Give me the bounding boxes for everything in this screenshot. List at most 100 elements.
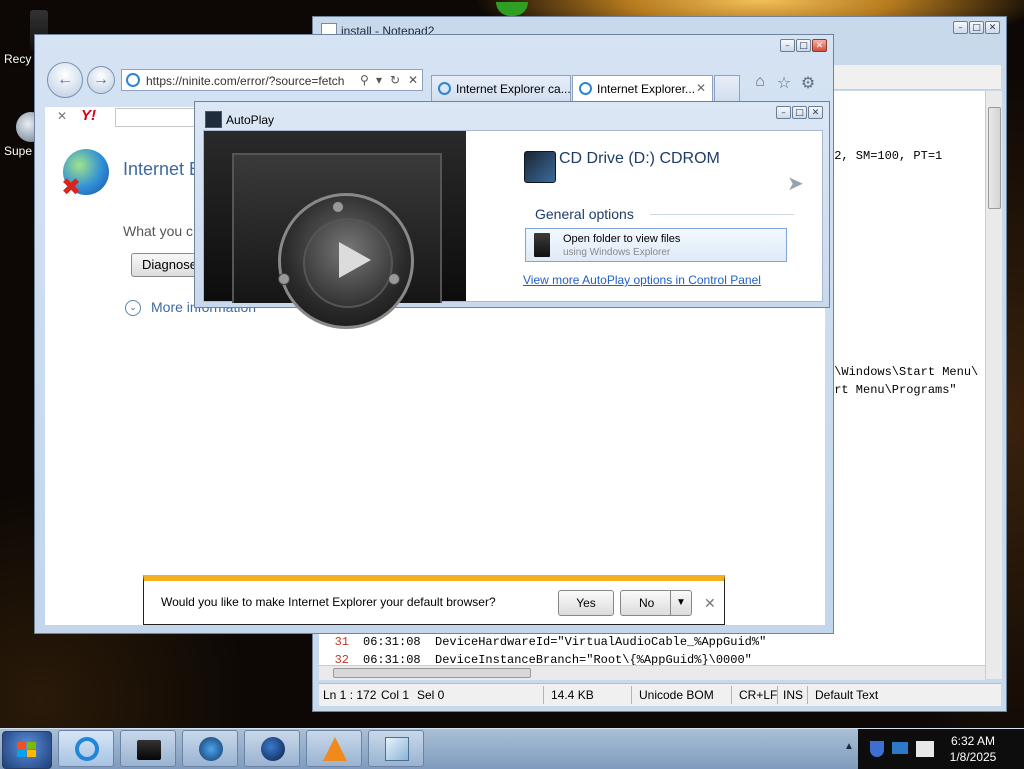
media-player-graphic (204, 131, 466, 329)
maximize-button[interactable]: □ (792, 106, 807, 119)
tab-close-icon[interactable]: ✕ (696, 81, 706, 95)
home-icon[interactable]: ⌂ (751, 73, 769, 91)
network-icon[interactable] (892, 742, 908, 754)
editor-line: 31 06:31:08 DeviceHardwareId="VirtualAudi… (319, 635, 767, 649)
system-tray: ▲ 6:32 AM 1/8/2025 (844, 729, 1024, 769)
status-encoding[interactable]: Unicode BOM (639, 688, 714, 702)
line-text: 06:31:08 DeviceHardwareId="VirtualAudioC… (363, 635, 767, 649)
taskbar-item-vlc[interactable] (306, 730, 362, 767)
autoplay-title: AutoPlay (226, 113, 275, 127)
minimize-button[interactable]: – (776, 106, 791, 119)
yahoo-logo-icon[interactable]: Y! (81, 107, 96, 124)
default-browser-notification: Would you like to make Internet Explorer… (143, 575, 725, 625)
general-options-heading: General options (535, 206, 634, 222)
option-title: Open folder to view files (563, 233, 681, 245)
globe-error-icon: ✖ (61, 149, 109, 201)
desktop-icon-label: Supe (4, 144, 33, 158)
minimize-button[interactable]: – (953, 21, 968, 34)
ie-tab-icon (579, 82, 592, 95)
dropdown-icon[interactable]: ▾ (376, 73, 382, 87)
bolt-icon (278, 273, 290, 285)
close-button[interactable]: ✕ (985, 21, 1000, 34)
autoplay-window[interactable]: AutoPlay – □ ✕ CD Drive (D:) CDROM ➤ Gen… (194, 101, 830, 329)
start-button[interactable] (2, 731, 52, 769)
taskbar-item-internet-explorer[interactable] (58, 730, 114, 767)
tab-label: Internet Explorer ca... (456, 82, 571, 96)
back-button[interactable]: ← (47, 62, 83, 98)
taskbar-item-notepad2[interactable] (368, 730, 424, 767)
close-button[interactable]: ✕ (808, 106, 823, 119)
status-eol[interactable]: CR+LF (739, 688, 777, 702)
notepad-icon (385, 737, 409, 761)
gear-icon[interactable]: ⚙ (799, 73, 817, 92)
notepad-statusbar: Ln 1 : 172 Col 1 Sel 0 14.4 KB Unicode B… (319, 683, 1001, 706)
page-question: What you c (123, 223, 194, 239)
status-position: Ln 1 : 172 (323, 688, 377, 702)
ie-caption-buttons: – □ ✕ (780, 39, 827, 52)
forward-button[interactable]: → (87, 66, 115, 94)
bolt-icon (388, 273, 400, 285)
editor-line: art Menu\Programs" (827, 383, 957, 397)
maximize-button[interactable]: □ (796, 39, 811, 52)
taskbar-item-earth-browser[interactable] (244, 730, 300, 767)
search-icon[interactable]: ⚲ (360, 73, 369, 87)
page-title: Internet E (123, 159, 202, 179)
status-selection: Sel 0 (417, 688, 445, 702)
scroll-thumb[interactable] (988, 107, 1001, 209)
favorites-star-icon[interactable]: ☆ (775, 73, 793, 92)
close-button[interactable]: ✕ (812, 39, 827, 52)
vertical-scrollbar[interactable] (985, 91, 1002, 679)
scroll-thumb[interactable] (333, 668, 531, 678)
volume-icon[interactable] (916, 741, 934, 757)
editor-line: t\Windows\Start Menu\ (827, 365, 979, 379)
status-scheme[interactable]: Default Text (815, 688, 878, 702)
system-clock[interactable]: 6:32 AM 1/8/2025 (936, 733, 1010, 765)
status-mode: INS (783, 688, 804, 702)
section-divider (650, 214, 794, 215)
back-arrow-icon: ← (57, 71, 73, 88)
autoplay-body: CD Drive (D:) CDROM ➤ General options Op… (203, 130, 823, 329)
address-url[interactable]: https://ninite.com/error/?source=fetch (146, 74, 344, 88)
desktop-icon-label: Recy (4, 52, 32, 66)
chevron-down-icon: ⌄ (125, 300, 141, 317)
address-bar[interactable]: https://ninite.com/error/?source=fetch ⚲… (121, 69, 423, 91)
chevron-down-icon[interactable]: ▼ (670, 591, 691, 615)
tab-internet-explorer-cannot[interactable]: Internet Explorer ca... (431, 75, 571, 101)
ie-tab-icon (438, 82, 451, 95)
windows-logo-icon (17, 742, 37, 758)
tab-internet-explorer-active[interactable]: Internet Explorer... ✕ (572, 75, 713, 101)
minimize-button[interactable]: – (780, 39, 795, 52)
stop-icon[interactable]: ✕ (408, 73, 418, 87)
option-subtitle: using Windows Explorer (563, 247, 671, 258)
internet-explorer-icon (75, 737, 99, 761)
bolt-icon (332, 201, 344, 213)
cd-drive-icon (524, 151, 556, 183)
player-frame (232, 153, 442, 329)
refresh-icon[interactable]: ↻ (390, 73, 400, 87)
maximize-button[interactable]: □ (969, 21, 984, 34)
new-tab-button[interactable] (714, 75, 740, 101)
no-button-label: No (639, 596, 655, 610)
clock-time: 6:32 AM (950, 734, 996, 748)
close-bar-icon[interactable]: ✕ (57, 109, 67, 123)
editor-line: =2, SM=100, PT=1 (827, 149, 943, 163)
chevron-up-icon[interactable]: ▲ (844, 741, 854, 752)
vlc-cone-icon (323, 737, 347, 761)
close-icon[interactable]: ✕ (704, 595, 716, 612)
shield-icon[interactable] (870, 741, 884, 757)
taskbar-item-media-player[interactable] (182, 730, 238, 767)
yes-button[interactable]: Yes (558, 590, 614, 616)
notification-message: Would you like to make Internet Explorer… (161, 595, 496, 609)
no-button[interactable]: No ▼ (620, 590, 692, 616)
cd-drive-icon (137, 740, 161, 760)
autoplay-control-panel-link[interactable]: View more AutoPlay options in Control Pa… (523, 273, 761, 287)
drive-title: CD Drive (D:) CDROM (559, 150, 720, 167)
taskbar-item-cd-drive[interactable] (120, 730, 176, 767)
tab-label: Internet Explorer... (597, 82, 696, 96)
player-ring (278, 193, 414, 329)
play-icon (339, 242, 371, 278)
open-folder-option[interactable]: Open folder to view files using Windows … (525, 228, 787, 262)
status-column: Col 1 (381, 688, 410, 702)
horizontal-scrollbar[interactable] (319, 665, 985, 680)
line-number: 31 (334, 635, 349, 649)
